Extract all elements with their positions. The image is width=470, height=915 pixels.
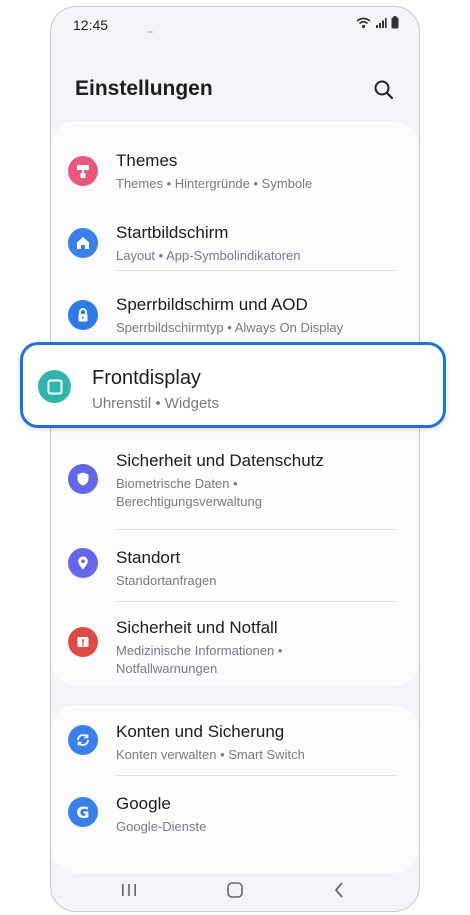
item-title: Sperrbildschirm und AOD: [116, 295, 308, 314]
item-subtitle-line2: Notfallwarnungen: [116, 661, 218, 676]
status-icons: [356, 16, 399, 29]
settings-item-google[interactable]: G Google Google-Dienste: [51, 777, 419, 847]
item-title: Sicherheit und Datenschutz: [116, 451, 324, 470]
settings-item-startbildschirm[interactable]: Startbildschirm Layout • App-Symbolindik…: [51, 211, 419, 281]
paint-roller-icon: [68, 156, 98, 186]
divider: [116, 529, 397, 530]
search-icon: [374, 80, 394, 100]
item-title: Konten und Sicherung: [116, 722, 285, 741]
front-display-icon: [38, 370, 71, 403]
item-title: Startbildschirm: [116, 223, 229, 242]
settings-item-sicherheit-notfall[interactable]: Sicherheit und Notfall Medizinische Info…: [51, 601, 419, 686]
recents-icon: [122, 884, 136, 896]
page-title: Einstellungen: [75, 77, 213, 100]
item-title: Standort: [116, 548, 181, 567]
item-subtitle: Layout • App-Symbolindikatoren: [116, 248, 301, 263]
settings-group-2: Konten und Sicherung Konten verwalten • …: [51, 705, 419, 873]
item-subtitle: Uhrenstil • Widgets: [92, 395, 219, 412]
settings-item-sicherheit-datenschutz[interactable]: Sicherheit und Datenschutz Biometrische …: [51, 439, 419, 529]
settings-item-standort[interactable]: Standort Standortanfragen: [51, 531, 419, 601]
item-subtitle: Google-Dienste: [116, 819, 207, 834]
item-subtitle-line1: Medizinische Informationen •: [116, 643, 283, 658]
home-nav-icon: [227, 882, 243, 898]
divider: [116, 775, 397, 776]
item-subtitle: Standortanfragen: [116, 573, 217, 588]
item-title: Frontdisplay: [92, 367, 201, 389]
item-subtitle: Sperrbildschirmtyp • Always On Display: [116, 320, 344, 335]
back-button[interactable]: [324, 875, 354, 905]
sync-icon: [68, 725, 98, 755]
signal-icon: [376, 17, 387, 28]
recents-button[interactable]: [114, 875, 144, 905]
item-title: Themes: [116, 151, 178, 170]
lock-icon: [68, 300, 98, 330]
item-subtitle: Konten verwalten • Smart Switch: [116, 747, 305, 762]
search-button[interactable]: [371, 77, 397, 103]
google-icon: G: [68, 797, 98, 827]
emergency-icon: [68, 627, 98, 657]
home-nav-button[interactable]: [220, 875, 250, 905]
settings-item-themes[interactable]: Themes Themes • Hintergründe • Symbole: [51, 139, 419, 209]
item-subtitle-line1: Biometrische Daten •: [116, 476, 238, 491]
item-title: Sicherheit und Notfall: [116, 618, 278, 637]
item-title: Google: [116, 794, 171, 813]
phone-frame: 12:45 Einstellungen Themes Themes • Hint…: [50, 6, 420, 912]
back-icon: [334, 882, 343, 898]
location-pin-icon: [68, 548, 98, 578]
settings-item-frontdisplay[interactable]: Frontdisplay Uhrenstil • Widgets: [20, 342, 446, 428]
navigation-bar: [51, 867, 419, 911]
item-subtitle-line2: Berechtigungsverwaltung: [116, 494, 262, 509]
camera-dot: [147, 31, 153, 33]
status-time: 12:45: [73, 17, 109, 33]
status-bar: 12:45: [51, 7, 419, 41]
wifi-icon: [356, 17, 371, 28]
home-icon: [68, 228, 98, 258]
shield-icon: [68, 464, 98, 494]
item-subtitle: Themes • Hintergründe • Symbole: [116, 176, 313, 191]
settings-item-konten[interactable]: Konten und Sicherung Konten verwalten • …: [51, 705, 419, 775]
battery-icon: [391, 16, 399, 29]
